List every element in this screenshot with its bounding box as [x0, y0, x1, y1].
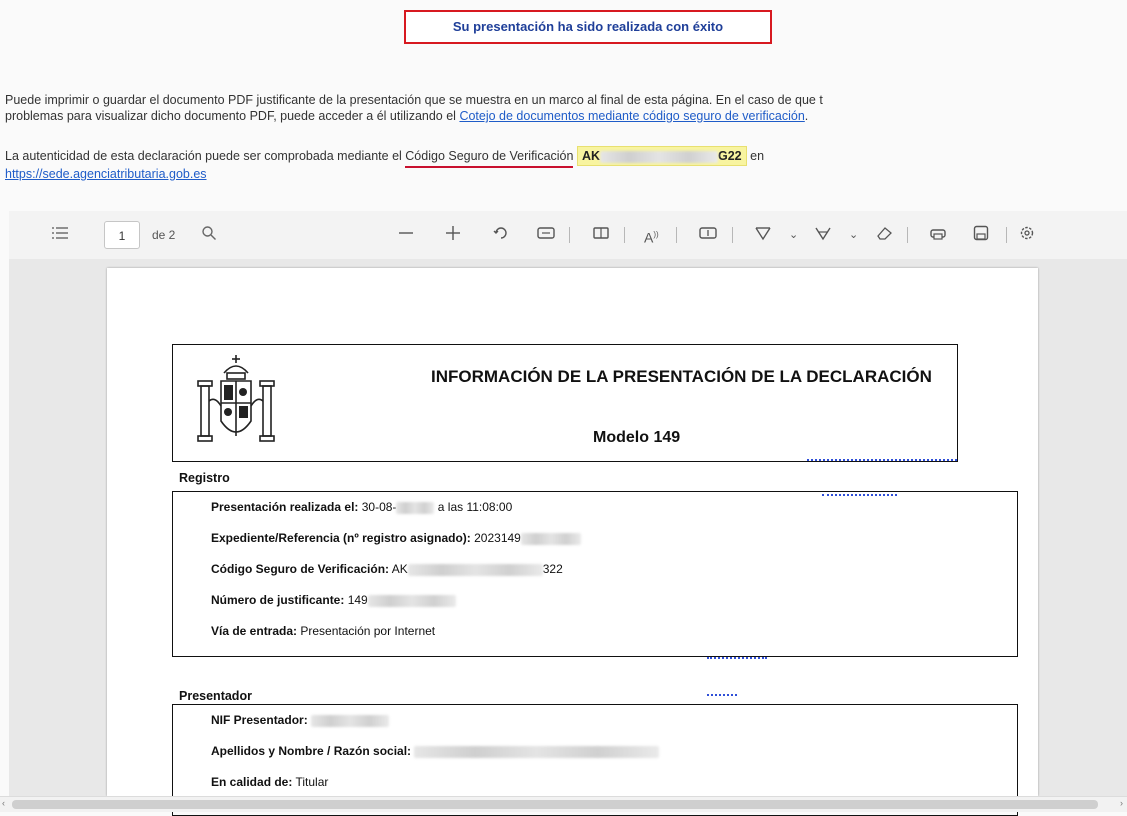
toolbar-separator — [624, 227, 625, 243]
csv-code-start: AK — [581, 149, 600, 163]
field-value: AK — [391, 562, 408, 576]
registro-heading: Registro — [179, 471, 230, 485]
text-box-icon[interactable] — [699, 225, 717, 247]
presentador-heading: Presentador — [179, 689, 252, 703]
read-aloud-icon[interactable]: A)) — [644, 225, 659, 248]
intro-line-2-suffix: . — [804, 109, 809, 123]
redacted-value — [407, 563, 543, 576]
zoom-out-icon[interactable] — [398, 225, 414, 247]
redacted-value — [311, 714, 390, 727]
field-label: Número de justificante: — [211, 593, 345, 607]
field-value-end: 322 — [542, 562, 563, 576]
annotation-mark — [707, 694, 737, 699]
field-value: 2023149 — [474, 531, 521, 545]
field-value: Presentación por Internet — [300, 624, 436, 638]
field-label: Expediente/Referencia (nº registro asign… — [211, 531, 471, 545]
scroll-right-arrow-icon[interactable]: › — [1120, 798, 1123, 808]
page-number-input[interactable]: 1 — [104, 221, 140, 249]
highlight-icon[interactable] — [815, 225, 831, 247]
pdf-viewer[interactable]: INFORMACIÓN DE LA PRESENTACIÓN DE LA DEC… — [9, 259, 1127, 816]
scrollbar-thumb[interactable] — [12, 800, 1098, 809]
document-header-box: INFORMACIÓN DE LA PRESENTACIÓN DE LA DEC… — [172, 344, 958, 462]
reference-row: Expediente/Referencia (nº registro asign… — [211, 531, 581, 545]
pdf-page: INFORMACIÓN DE LA PRESENTACIÓN DE LA DEC… — [107, 268, 1038, 816]
csv-row: Código Seguro de Verificación: AK 322 — [211, 562, 563, 576]
annotation-mark — [807, 459, 957, 464]
toolbar-separator — [732, 227, 733, 243]
csv-verification-link[interactable]: Cotejo de documentos mediante código seg… — [459, 109, 804, 123]
authenticity-line: La autenticidad de esta declaración pued… — [5, 146, 764, 166]
highlight-options-chevron-icon[interactable]: ⌄ — [849, 225, 858, 245]
field-value: 30-08- — [361, 500, 397, 514]
field-value-time: a las 11:08:00 — [437, 500, 513, 514]
authenticity-text: La autenticidad de esta declaración pued… — [5, 149, 406, 163]
horizontal-scrollbar[interactable]: ‹ › — [0, 796, 1127, 812]
redacted-value — [396, 501, 435, 514]
page-total: de 2 — [152, 228, 176, 242]
fit-width-icon[interactable] — [537, 225, 555, 247]
redacted-value — [520, 532, 581, 545]
list-icon[interactable] — [51, 225, 69, 247]
toolbar-separator — [569, 227, 570, 243]
success-banner: Su presentación ha sido realizada con éx… — [404, 10, 772, 44]
entry-channel-row: Vía de entrada: Presentación por Interne… — [211, 624, 435, 638]
justificante-row: Número de justificante: 149 — [211, 593, 456, 607]
field-label: Apellidos y Nombre / Razón social: — [211, 744, 412, 758]
csv-code: AK G22 — [576, 146, 747, 166]
settings-icon[interactable] — [1019, 225, 1035, 247]
capacity-row: En calidad de: Titular — [211, 775, 328, 789]
field-label: Vía de entrada: — [211, 624, 298, 638]
intro-line-1: Puede imprimir o guardar el documento PD… — [5, 93, 823, 107]
zoom-in-icon[interactable] — [445, 225, 461, 247]
coat-of-arms-icon — [197, 355, 275, 442]
draw-icon[interactable] — [755, 225, 771, 247]
authenticity-suffix: en — [746, 149, 765, 163]
toolbar-separator — [907, 227, 908, 243]
field-label: En calidad de: — [211, 775, 293, 789]
field-value: Titular — [295, 775, 329, 789]
registro-box: Presentación realizada el: 30-08- a las … — [172, 491, 1018, 657]
redacted-value — [367, 594, 456, 607]
toolbar-separator — [676, 227, 677, 243]
two-page-icon[interactable] — [592, 225, 610, 247]
intro-line-2-text: problemas para visualizar dicho document… — [5, 109, 460, 123]
scroll-left-arrow-icon[interactable]: ‹ — [2, 798, 5, 808]
annotation-mark — [707, 657, 767, 662]
pdf-toolbar: 1 de 2 A)) ⌄ ⌄ — [9, 211, 1127, 260]
field-label: Presentación realizada el: — [211, 500, 359, 514]
nif-row: NIF Presentador: — [211, 713, 390, 727]
document-model: Modelo 149 — [593, 429, 681, 446]
print-icon[interactable] — [929, 225, 947, 247]
draw-options-chevron-icon[interactable]: ⌄ — [789, 225, 798, 245]
save-icon[interactable] — [973, 225, 989, 247]
authenticity-paragraph: La autenticidad de esta declaración pued… — [5, 146, 764, 182]
field-label: Código Seguro de Verificación: — [211, 562, 390, 576]
rotate-icon[interactable] — [493, 225, 509, 247]
csv-label: Código Seguro de Verificación — [405, 149, 574, 163]
csv-code-end: G22 — [718, 149, 742, 163]
intro-paragraph: Puede imprimir o guardar el documento PD… — [5, 92, 823, 124]
field-value: 149 — [347, 593, 368, 607]
redacted-value — [414, 745, 660, 758]
name-row: Apellidos y Nombre / Razón social: — [211, 744, 660, 758]
document-title: INFORMACIÓN DE LA PRESENTACIÓN DE LA DEC… — [431, 367, 932, 386]
search-icon[interactable] — [201, 225, 217, 247]
redacted-csv — [600, 150, 718, 163]
sede-link[interactable]: https://sede.agenciatributaria.gob.es — [5, 167, 207, 181]
toolbar-separator — [1006, 227, 1007, 243]
field-label: NIF Presentador: — [211, 713, 308, 727]
presentation-date-row: Presentación realizada el: 30-08- a las … — [211, 500, 512, 514]
intro-line-2: problemas para visualizar dicho document… — [5, 108, 823, 124]
eraser-icon[interactable] — [875, 225, 893, 247]
